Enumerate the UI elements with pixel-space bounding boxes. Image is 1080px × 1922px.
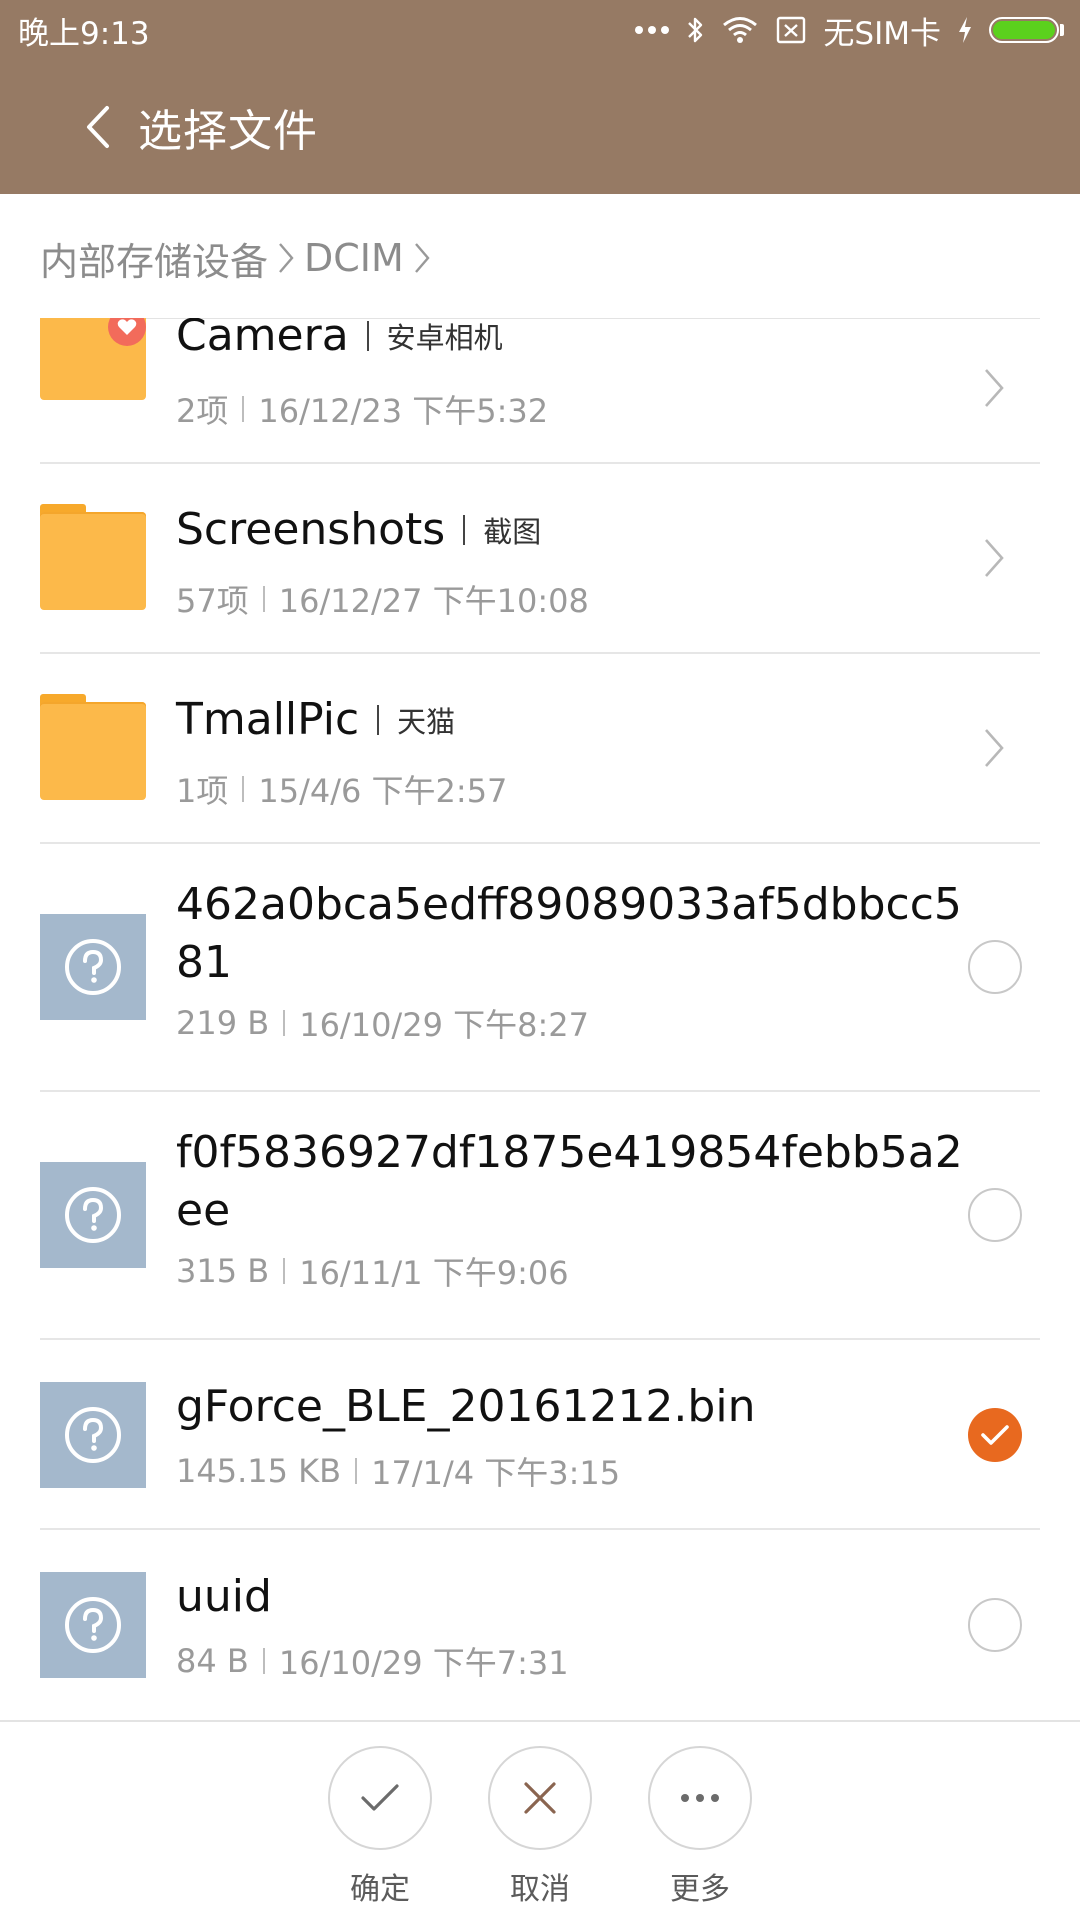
breadcrumb: 内部存储设备 DCIM (40, 228, 432, 288)
folder-row-screenshots[interactable]: Screenshots 截图 57项 16/12/27 下午10:08 (0, 464, 1080, 654)
file-meta: 145.15 KB 17/1/4 下午3:15 (176, 1448, 620, 1494)
file-name: f0f5836927df1875e419854febb5a2ee (176, 1127, 963, 1236)
folder-thumbnail (40, 318, 146, 400)
wifi-icon (723, 17, 758, 43)
breadcrumb-chevron-icon (412, 238, 432, 278)
unknown-file-icon (40, 1162, 146, 1268)
folder-meta: 57项 16/12/27 下午10:08 (176, 576, 589, 622)
unknown-file-icon (40, 1382, 146, 1488)
folder-icon (40, 504, 146, 610)
folder-thumbnail (40, 694, 146, 800)
more-dots-icon (681, 1794, 719, 1802)
bluetooth-icon (688, 17, 703, 43)
folder-name-line: TmallPic 天猫 (176, 694, 455, 745)
file-size: 84 B (176, 1642, 249, 1680)
folder-alias: 截图 (483, 514, 542, 549)
chevron-right-icon (985, 729, 1004, 767)
file-size: 219 B (176, 1004, 270, 1042)
folder-name: Camera (176, 318, 349, 361)
confirm-button[interactable]: 确定 (328, 1746, 432, 1908)
file-date: 16/10/29 下午7:31 (278, 1644, 569, 1682)
select-radio-checked[interactable] (968, 1408, 1022, 1462)
file-name: 462a0bca5edff89089033af5dbbcc581 (176, 879, 962, 988)
folder-thumbnail (40, 504, 146, 610)
chevron-right-icon (985, 369, 1004, 407)
file-thumbnail (40, 1162, 146, 1268)
folder-meta: 2项 16/12/23 下午5:32 (176, 386, 548, 432)
file-thumbnail (40, 1572, 146, 1678)
file-meta: 315 B 16/11/1 下午9:06 (176, 1248, 569, 1294)
file-name: uuid (176, 1571, 272, 1622)
file-name: gForce_BLE_20161212.bin (176, 1381, 756, 1432)
select-radio[interactable] (968, 1188, 1022, 1242)
breadcrumb-item-dcim[interactable]: DCIM (304, 236, 404, 280)
folder-name: Screenshots (176, 504, 446, 555)
unknown-file-icon (40, 914, 146, 1020)
cancel-label: 取消 (510, 1872, 570, 1907)
file-date: 16/11/1 下午9:06 (299, 1254, 569, 1292)
folder-alias: 安卓相机 (386, 320, 503, 355)
folder-name: TmallPic (176, 694, 360, 745)
breadcrumb-item-internal-storage[interactable]: 内部存储设备 (40, 231, 268, 286)
charging-icon (959, 17, 971, 43)
file-meta: 84 B 16/10/29 下午7:31 (176, 1638, 569, 1684)
status-icons: 无SIM卡 (635, 8, 1064, 53)
file-meta: 219 B 16/10/29 下午8:27 (176, 1000, 589, 1046)
folder-meta: 1项 15/4/6 下午2:57 (176, 766, 507, 812)
more-notifications-icon (635, 26, 670, 34)
more-circle[interactable] (648, 1746, 752, 1850)
folder-alias: 天猫 (397, 704, 456, 739)
file-row-selected[interactable]: gForce_BLE_20161212.bin 145.15 KB 17/1/4… (0, 1340, 1080, 1530)
cancel-circle[interactable] (488, 1746, 592, 1850)
check-icon (361, 1784, 399, 1811)
page-title: 选择文件 (138, 106, 318, 157)
folder-row-tmallpic[interactable]: TmallPic 天猫 1项 15/4/6 下午2:57 (0, 654, 1080, 844)
file-date: 16/10/29 下午8:27 (299, 1006, 589, 1044)
file-date: 17/1/4 下午3:15 (371, 1454, 621, 1492)
chevron-right-icon (985, 539, 1004, 577)
checkmark-icon (981, 1425, 1009, 1445)
folder-item-count: 1项 (176, 772, 229, 810)
confirm-circle[interactable] (328, 1746, 432, 1850)
name-separator (463, 514, 466, 545)
file-thumbnail (40, 1382, 146, 1488)
folder-icon (40, 694, 146, 800)
file-list: Camera 安卓相机 2项 16/12/23 下午5:32 Screensho… (0, 318, 1080, 1720)
folder-item-count: 57项 (176, 582, 249, 620)
carrier-label: 无SIM卡 (823, 15, 941, 52)
more-button[interactable]: 更多 (648, 1746, 752, 1908)
select-radio[interactable] (968, 1598, 1022, 1652)
no-sim-icon (777, 16, 806, 44)
file-row[interactable]: uuid 84 B 16/10/29 下午7:31 (0, 1530, 1080, 1720)
unknown-file-icon (40, 1572, 146, 1678)
confirm-label: 确定 (350, 1872, 410, 1907)
back-arrow-icon (87, 106, 109, 148)
folder-date: 16/12/23 下午5:32 (258, 392, 549, 430)
folder-name-line: Screenshots 截图 (176, 504, 541, 555)
back-button[interactable] (58, 87, 138, 167)
app-header: 选择文件 (0, 60, 1080, 194)
name-separator (366, 320, 369, 351)
action-bar: 确定 取消 更多 (0, 1720, 1080, 1922)
status-time: 晚上9:13 (18, 15, 150, 52)
folder-date: 15/4/6 下午2:57 (258, 772, 508, 810)
breadcrumb-chevron-icon (276, 238, 296, 278)
file-row[interactable]: 462a0bca5edff89089033af5dbbcc581 219 B 1… (0, 844, 1080, 1092)
folder-name-line: Camera 安卓相机 (176, 318, 503, 361)
folder-row-camera[interactable]: Camera 安卓相机 2项 16/12/23 下午5:32 (0, 318, 1080, 464)
cancel-button[interactable]: 取消 (488, 1746, 592, 1908)
name-separator (377, 704, 380, 735)
folder-date: 16/12/27 下午10:08 (278, 582, 589, 620)
status-bar: 晚上9:13 无SIM卡 (0, 0, 1080, 60)
file-size: 315 B (176, 1252, 270, 1290)
select-radio[interactable] (968, 940, 1022, 994)
close-icon (524, 1782, 556, 1814)
file-row[interactable]: f0f5836927df1875e419854febb5a2ee 315 B 1… (0, 1092, 1080, 1340)
file-size: 145.15 KB (176, 1452, 342, 1490)
more-label: 更多 (670, 1872, 730, 1907)
folder-item-count: 2项 (176, 392, 229, 430)
file-thumbnail (40, 914, 146, 1020)
battery-icon (989, 17, 1064, 43)
